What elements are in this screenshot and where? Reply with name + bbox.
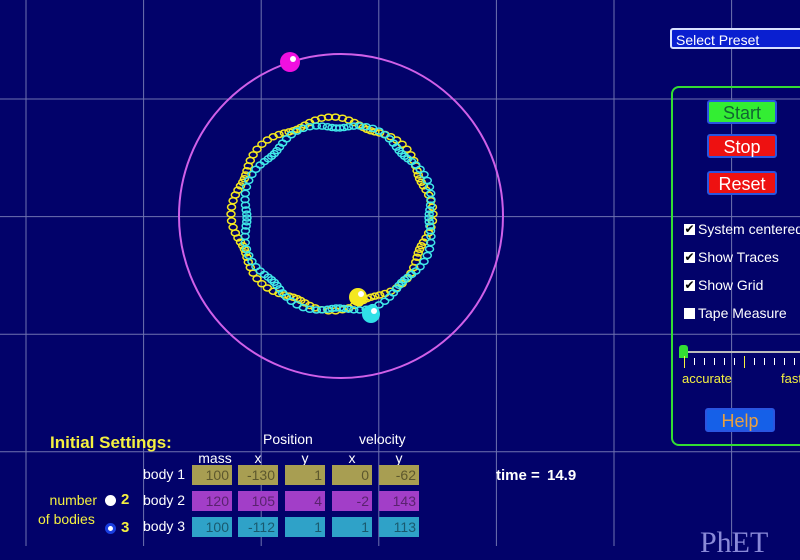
slider-tick <box>764 358 765 365</box>
radio-3-label: 3 <box>121 519 130 536</box>
system-centered-checkbox[interactable]: ✔ System centered <box>684 221 800 237</box>
slider-tick <box>714 358 715 365</box>
help-button[interactable]: Help <box>705 408 775 432</box>
trace-loop <box>228 223 238 232</box>
body-label: body 1 <box>143 466 186 482</box>
slider-min-label: accurate <box>682 371 732 386</box>
slider-tick <box>754 358 755 365</box>
slider-tick <box>704 358 705 365</box>
body-value-input[interactable]: -130 <box>238 465 278 485</box>
trace-loop <box>226 217 237 225</box>
body-value-input[interactable]: 120 <box>192 491 232 511</box>
accuracy-slider-track[interactable] <box>684 351 800 353</box>
time-label: time = <box>496 467 540 484</box>
show-grid-checkbox[interactable]: ✔ Show Grid <box>684 277 763 293</box>
column-header-velocity-x: x <box>348 450 356 466</box>
body-1-highlight <box>358 291 364 297</box>
velocity-header: velocity <box>359 431 406 447</box>
show-traces-checkbox[interactable]: ✔ Show Traces <box>684 249 779 265</box>
stop-button[interactable]: Stop <box>707 134 777 158</box>
trace-loop <box>422 251 433 260</box>
slider-tick <box>744 356 745 368</box>
time-value: 14.9 <box>547 467 577 484</box>
body-value-input[interactable]: 105 <box>238 491 278 511</box>
body-label: body 2 <box>143 492 186 508</box>
radio-2-bodies[interactable] <box>105 495 116 506</box>
initial-settings-title: Initial Settings: <box>50 433 172 452</box>
position-header: Position <box>263 431 313 447</box>
body-2[interactable] <box>280 52 300 72</box>
number-of-bodies-label-2: of bodies <box>38 511 95 527</box>
body-1[interactable] <box>349 288 367 306</box>
checkbox-label: Show Grid <box>698 277 764 293</box>
body-label: body 3 <box>143 518 186 534</box>
column-header-mass: mass <box>198 450 232 466</box>
body-3[interactable] <box>362 305 380 323</box>
trace-loop <box>424 245 435 253</box>
checkbox-checked-icon: ✔ <box>684 249 695 264</box>
body-value-input[interactable]: -112 <box>238 517 278 537</box>
slider-tick <box>784 358 785 365</box>
body-value-input[interactable]: 100 <box>192 517 232 537</box>
column-header-position-x: x <box>254 450 262 466</box>
trace-loop <box>419 170 429 179</box>
slider-tick <box>684 356 685 368</box>
slider-tick <box>734 358 735 365</box>
checkbox-label: Tape Measure <box>698 305 787 321</box>
body-1-3-traces <box>226 113 438 315</box>
phet-logo[interactable]: PhET <box>700 526 768 560</box>
slider-tick <box>694 358 695 365</box>
column-header-position-y: y <box>301 450 309 466</box>
slider-tick <box>724 358 725 365</box>
slider-tick <box>774 358 775 365</box>
number-of-bodies-label: number <box>49 492 97 508</box>
checkbox-checked-icon: ✔ <box>684 221 695 236</box>
checkbox-label: Show Traces <box>698 249 779 265</box>
checkbox-checked-icon: ✔ <box>684 277 695 292</box>
slider-tick <box>794 358 795 365</box>
body-value-input[interactable]: 1 <box>285 465 325 485</box>
checkbox-label: System centered <box>698 221 800 237</box>
body-value-input[interactable]: 113 <box>379 517 419 537</box>
slider-max-label: fast <box>781 371 800 386</box>
select-preset-dropdown[interactable]: Select Preset <box>670 28 800 49</box>
column-header-velocity-y: y <box>395 450 403 466</box>
body-3-highlight <box>371 308 377 314</box>
body-value-input[interactable]: 100 <box>192 465 232 485</box>
reset-button[interactable]: Reset <box>707 171 777 195</box>
body-value-input[interactable]: 1 <box>332 517 372 537</box>
trace-loop <box>240 189 251 198</box>
tape-measure-checkbox[interactable]: Tape Measure <box>684 305 787 321</box>
radio-3-bodies[interactable] <box>105 523 116 534</box>
body-value-input[interactable]: 4 <box>285 491 325 511</box>
checkbox-unchecked-icon <box>684 307 695 319</box>
body-value-input[interactable]: 143 <box>379 491 419 511</box>
trace-loop <box>226 203 237 211</box>
body-value-input[interactable]: -2 <box>332 491 372 511</box>
body-value-input[interactable]: -62 <box>379 465 419 485</box>
start-button[interactable]: Start <box>707 100 777 124</box>
body-2-highlight <box>290 56 296 62</box>
body-value-input[interactable]: 1 <box>285 517 325 537</box>
body-value-input[interactable]: 0 <box>332 465 372 485</box>
radio-2-label: 2 <box>121 491 130 508</box>
